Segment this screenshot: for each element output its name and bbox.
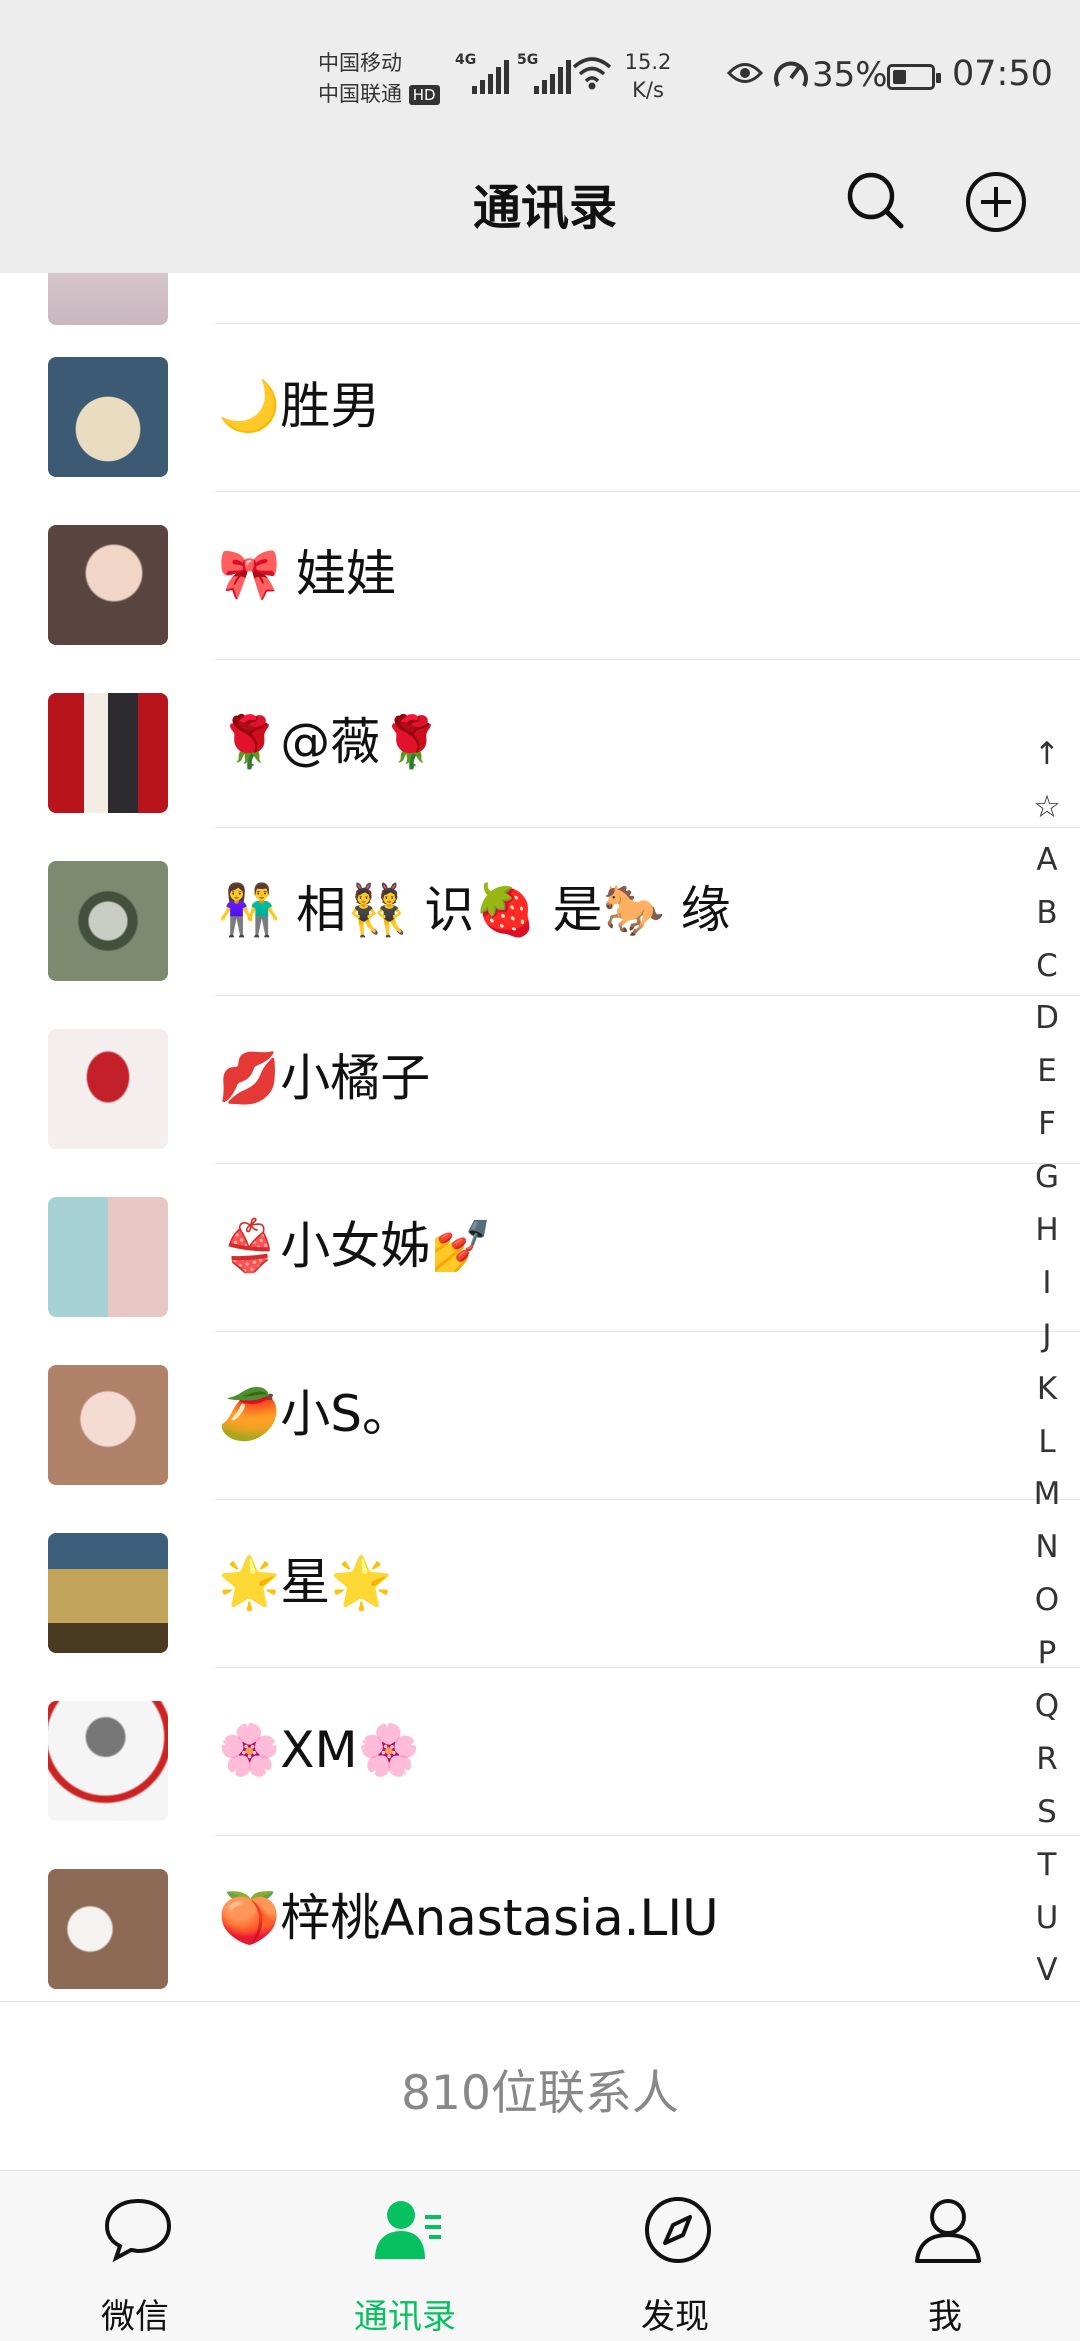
index-letter[interactable]: A bbox=[1020, 834, 1074, 887]
chat-bubble-icon bbox=[104, 2198, 172, 2263]
avatar bbox=[48, 1197, 168, 1317]
battery-icon bbox=[887, 64, 941, 90]
carrier-1: 中国移动 bbox=[318, 51, 402, 75]
net-speed: 15.2 K/s bbox=[618, 48, 678, 104]
contact-name: 💋小橘子 bbox=[218, 1049, 431, 1107]
contacts-icon bbox=[375, 2201, 441, 2259]
status-time: 07:50 bbox=[952, 54, 1053, 94]
person-icon bbox=[915, 2199, 981, 2263]
contact-row[interactable]: 🥭小S。 bbox=[0, 1331, 1080, 1499]
contact-count-footer: 810位联系人 bbox=[0, 2001, 1080, 2170]
contact-name: 🌟星🌟 bbox=[218, 1553, 393, 1611]
contact-list[interactable]: 🌙胜男 🎀 娃娃 🌹@薇🌹 👫 相👯 识🍓 是🐎 缘 💋小橘子 👙小女姊💅 🥭小… bbox=[0, 273, 1080, 2001]
index-letter[interactable]: M bbox=[1020, 1468, 1074, 1521]
contact-row[interactable]: 🍑梓桃Anastasia.LIU bbox=[0, 1835, 1080, 2001]
contact-row[interactable]: 🌹@薇🌹 bbox=[0, 659, 1080, 827]
index-letter[interactable]: J bbox=[1020, 1310, 1074, 1363]
avatar bbox=[48, 1029, 168, 1149]
avatar bbox=[48, 861, 168, 981]
contact-row[interactable]: 👫 相👯 识🍓 是🐎 缘 bbox=[0, 827, 1080, 995]
contact-row[interactable]: 🌸XM🌸 bbox=[0, 1667, 1080, 1835]
top-bar: 中国移动 中国联通 HD 4G 5G 15.2 K/s 35% 07:50 通讯… bbox=[0, 0, 1080, 273]
net-speed-value: 15.2 bbox=[624, 50, 672, 74]
battery-percent: 35% bbox=[812, 55, 888, 95]
status-bar: 中国移动 中国联通 HD 4G 5G 15.2 K/s 35% 07:50 bbox=[0, 0, 1080, 140]
index-letter[interactable]: L bbox=[1020, 1416, 1074, 1469]
contact-row[interactable]: 💋小橘子 bbox=[0, 995, 1080, 1163]
index-letter[interactable]: ☆ bbox=[1020, 781, 1074, 834]
contact-row-partial[interactable] bbox=[0, 273, 1080, 325]
contact-count: 810位联系人 bbox=[401, 2066, 679, 2121]
contact-name: 🌙胜男 bbox=[218, 377, 381, 435]
performance-gauge-icon bbox=[774, 61, 808, 87]
index-letter[interactable]: E bbox=[1020, 1045, 1074, 1098]
net-tag-4g: 4G bbox=[455, 52, 477, 68]
tab-discover[interactable]: 发现 bbox=[540, 2171, 810, 2341]
index-letter[interactable]: C bbox=[1020, 940, 1074, 993]
avatar bbox=[48, 1869, 168, 1989]
index-letter[interactable]: O bbox=[1020, 1574, 1074, 1627]
index-letter[interactable]: D bbox=[1020, 992, 1074, 1045]
avatar bbox=[48, 273, 168, 325]
index-letter[interactable]: S bbox=[1020, 1786, 1074, 1839]
index-letter[interactable]: Q bbox=[1020, 1680, 1074, 1733]
signal-4g-icon: 4G bbox=[455, 52, 509, 94]
index-letter[interactable]: V bbox=[1020, 1944, 1074, 1997]
avatar bbox=[48, 693, 168, 813]
contact-row[interactable]: 🎀 娃娃 bbox=[0, 491, 1080, 659]
hd-badge: HD bbox=[408, 85, 440, 105]
carrier-2: 中国联通 bbox=[318, 82, 402, 106]
index-letter[interactable]: P bbox=[1020, 1627, 1074, 1680]
tab-contacts[interactable]: 通讯录 bbox=[270, 2171, 540, 2341]
contact-name: 🌹@薇🌹 bbox=[218, 713, 443, 771]
avatar bbox=[48, 1533, 168, 1653]
tab-label: 我 bbox=[928, 2297, 962, 2337]
bottom-tab-bar: 微信 通讯录 发现 我 bbox=[0, 2170, 1080, 2341]
net-speed-unit: K/s bbox=[632, 78, 664, 102]
contact-row[interactable]: 🌙胜男 bbox=[0, 323, 1080, 491]
index-letter[interactable]: N bbox=[1020, 1521, 1074, 1574]
page-title: 通讯录 bbox=[472, 180, 617, 236]
index-letter[interactable]: F bbox=[1020, 1098, 1074, 1151]
contact-name: 👙小女姊💅 bbox=[218, 1217, 493, 1275]
index-letter[interactable]: U bbox=[1020, 1892, 1074, 1945]
carrier-info: 中国移动 中国联通 HD bbox=[318, 48, 440, 110]
tab-label: 微信 bbox=[101, 2297, 169, 2337]
alphabet-index[interactable]: ↑☆ABCDEFGHIJKLMNOPQRSTUVWXYZ# bbox=[1020, 728, 1074, 2001]
tab-me[interactable]: 我 bbox=[810, 2171, 1080, 2341]
index-letter[interactable]: K bbox=[1020, 1363, 1074, 1416]
battery-level-fill bbox=[893, 70, 906, 84]
tab-label: 发现 bbox=[641, 2297, 709, 2337]
contact-name: 👫 相👯 识🍓 是🐎 缘 bbox=[218, 881, 731, 939]
wifi-icon bbox=[572, 57, 612, 90]
contact-row[interactable]: 🌟星🌟 bbox=[0, 1499, 1080, 1667]
signal-5g-icon: 5G bbox=[517, 52, 571, 94]
tab-chats[interactable]: 微信 bbox=[0, 2171, 270, 2341]
eye-comfort-icon bbox=[727, 63, 763, 83]
tab-label: 通讯录 bbox=[354, 2297, 456, 2337]
avatar bbox=[48, 1701, 168, 1821]
contact-name: 🍑梓桃Anastasia.LIU bbox=[218, 1889, 719, 1947]
search-icon[interactable] bbox=[845, 170, 905, 230]
avatar bbox=[48, 357, 168, 477]
avatar bbox=[48, 525, 168, 645]
index-letter[interactable]: G bbox=[1020, 1151, 1074, 1204]
avatar bbox=[48, 1365, 168, 1485]
compass-icon bbox=[645, 2197, 711, 2263]
index-letter[interactable]: ↑ bbox=[1020, 728, 1074, 781]
index-letter[interactable]: T bbox=[1020, 1839, 1074, 1892]
index-letter[interactable]: R bbox=[1020, 1733, 1074, 1786]
contact-name: 🎀 娃娃 bbox=[218, 545, 397, 603]
add-circle-icon[interactable] bbox=[964, 170, 1028, 234]
contact-name: 🥭小S。 bbox=[218, 1385, 412, 1443]
net-tag-5g: 5G bbox=[517, 52, 539, 68]
contact-name: 🌸XM🌸 bbox=[218, 1721, 420, 1779]
index-letter[interactable]: B bbox=[1020, 887, 1074, 940]
index-letter[interactable]: I bbox=[1020, 1257, 1074, 1310]
contact-row[interactable]: 👙小女姊💅 bbox=[0, 1163, 1080, 1331]
index-letter[interactable]: H bbox=[1020, 1204, 1074, 1257]
